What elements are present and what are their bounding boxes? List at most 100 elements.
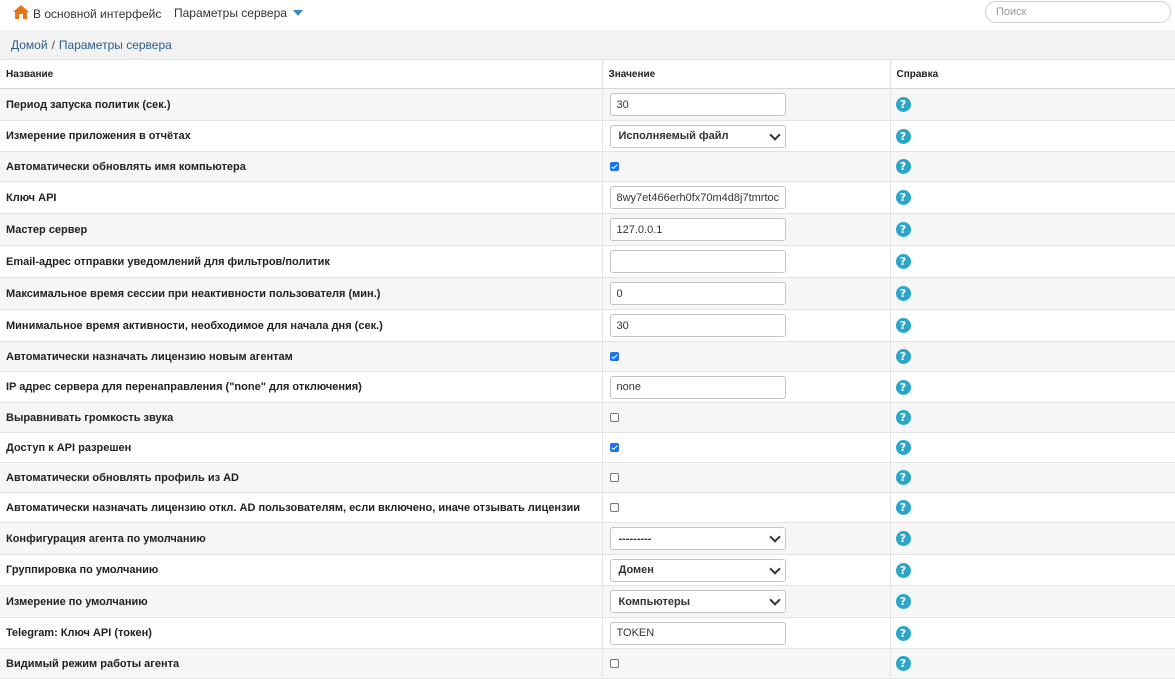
setting-value-cell: [602, 648, 891, 679]
question-circle-icon[interactable]: ?: [895, 97, 911, 112]
question-circle-icon[interactable]: ?: [895, 190, 911, 205]
setting-row: Минимальное время активности, необходимо…: [0, 309, 1175, 342]
setting-select[interactable]: Компьютеры: [609, 590, 786, 613]
setting-checkbox[interactable]: [609, 473, 619, 483]
setting-row: Ключ API?: [0, 181, 1175, 214]
setting-text-input[interactable]: [609, 375, 786, 399]
setting-label: Группировка по умолчанию: [0, 554, 603, 586]
setting-text-input[interactable]: [609, 93, 786, 116]
column-header-name[interactable]: Название: [0, 60, 603, 89]
setting-help-cell: ?: [890, 522, 1175, 555]
setting-value-cell: [602, 617, 891, 649]
question-circle-icon[interactable]: ?: [895, 656, 911, 671]
setting-row: Выравнивать громкость звука?: [0, 402, 1175, 433]
setting-help-cell: ?: [890, 462, 1175, 493]
setting-label: IP адрес сервера для перенаправления ("n…: [0, 371, 603, 403]
setting-text-input[interactable]: [609, 621, 786, 645]
question-circle-icon[interactable]: ?: [895, 379, 911, 395]
setting-label: Выравнивать громкость звука: [0, 402, 603, 433]
chevron-down-icon: [768, 531, 781, 543]
setting-checkbox[interactable]: [609, 162, 619, 172]
question-circle-icon[interactable]: ?: [895, 470, 911, 485]
setting-select[interactable]: Домен: [609, 558, 786, 582]
setting-row: Измерение приложения в отчётах Исполняемы…: [0, 120, 1175, 152]
setting-value-cell: [602, 341, 891, 372]
top-navbar: В основной интерфейс Параметры сервера: [0, 0, 1175, 30]
column-header-help[interactable]: Справка: [890, 60, 1175, 89]
setting-text-input[interactable]: [609, 218, 786, 241]
setting-value-cell: [602, 151, 891, 182]
setting-label: Измерение по умолчанию: [0, 585, 603, 618]
setting-value-cell: Компьютеры: [602, 585, 891, 618]
setting-checkbox[interactable]: [609, 659, 619, 669]
setting-help-cell: ?: [890, 617, 1175, 649]
column-header-value[interactable]: Значение: [602, 60, 891, 89]
setting-text-input[interactable]: [609, 186, 786, 209]
main-interface-link[interactable]: В основной интерфейс: [13, 5, 161, 22]
setting-label: Ключ API: [0, 181, 603, 214]
setting-value-cell: ---------: [602, 522, 891, 555]
question-circle-icon[interactable]: ?: [895, 594, 911, 609]
setting-value-cell: [602, 309, 891, 342]
setting-row: Группировка по умолчанию Домен?: [0, 554, 1175, 586]
setting-row: Автоматически обновлять имя компьютера?: [0, 151, 1175, 182]
chevron-down-icon: [768, 128, 781, 141]
setting-help-cell: ?: [890, 151, 1175, 182]
question-circle-icon[interactable]: ?: [895, 410, 911, 425]
question-circle-icon[interactable]: ?: [895, 159, 911, 174]
setting-select[interactable]: Исполняемый файл: [609, 124, 786, 148]
setting-value-cell: [602, 432, 891, 463]
setting-help-cell: ?: [890, 120, 1175, 152]
question-circle-icon[interactable]: ?: [895, 625, 911, 641]
setting-select-value: Домен: [618, 564, 654, 576]
setting-help-cell: ?: [890, 371, 1175, 403]
search-input[interactable]: [985, 1, 1171, 23]
setting-row: Мастер сервер?: [0, 213, 1175, 246]
setting-row: Максимальное время сессии при неактивнос…: [0, 277, 1175, 310]
table-header-row: Название Значение Справка: [0, 60, 1175, 89]
setting-label: Видимый режим работы агента: [0, 648, 603, 679]
setting-help-cell: ?: [890, 181, 1175, 214]
setting-value-cell: Домен: [602, 554, 891, 586]
setting-checkbox[interactable]: [609, 443, 619, 453]
question-circle-icon[interactable]: ?: [895, 531, 911, 546]
setting-label: Автоматически обновлять имя компьютера: [0, 151, 603, 182]
setting-value-cell: [602, 371, 891, 403]
setting-select[interactable]: ---------: [609, 527, 786, 550]
server-settings-menu[interactable]: Параметры сервера: [174, 6, 303, 20]
setting-label: Автоматически обновлять профиль из AD: [0, 462, 603, 493]
chevron-down-icon: [768, 562, 781, 575]
question-circle-icon[interactable]: ?: [895, 349, 911, 364]
breadcrumb-current-link[interactable]: Параметры сервера: [59, 38, 172, 52]
setting-label: Минимальное время активности, необходимо…: [0, 309, 603, 342]
question-circle-icon[interactable]: ?: [895, 254, 911, 269]
question-circle-icon[interactable]: ?: [895, 286, 911, 301]
setting-select-value: Исполняемый файл: [618, 130, 729, 142]
setting-row: Автоматически назначать лицензию новым а…: [0, 341, 1175, 372]
setting-help-cell: ?: [890, 554, 1175, 586]
question-circle-icon[interactable]: ?: [895, 128, 911, 144]
caret-down-icon: [292, 10, 303, 16]
home-icon: [13, 5, 33, 22]
question-circle-icon[interactable]: ?: [895, 222, 911, 237]
setting-help-cell: ?: [890, 648, 1175, 679]
setting-row: IP адрес сервера для перенаправления ("n…: [0, 371, 1175, 403]
setting-checkbox[interactable]: [609, 503, 619, 513]
question-circle-icon[interactable]: ?: [895, 318, 911, 333]
question-circle-icon[interactable]: ?: [895, 440, 911, 455]
setting-row: Автоматически назначать лицензию откл. A…: [0, 492, 1175, 523]
setting-label: Мастер сервер: [0, 213, 603, 246]
setting-value-cell: [602, 245, 891, 278]
setting-text-input[interactable]: [609, 282, 786, 305]
setting-text-input[interactable]: [609, 250, 786, 273]
setting-checkbox[interactable]: [609, 413, 619, 423]
setting-row: Измерение по умолчанию Компьютеры?: [0, 585, 1175, 618]
setting-label: Telegram: Ключ API (токен): [0, 617, 603, 649]
setting-label: Конфигурация агента по умолчанию: [0, 522, 603, 555]
setting-text-input[interactable]: [609, 314, 786, 337]
breadcrumb-home-link[interactable]: Домой: [11, 38, 48, 52]
question-circle-icon[interactable]: ?: [895, 562, 911, 578]
question-circle-icon[interactable]: ?: [895, 500, 911, 515]
setting-checkbox[interactable]: [609, 352, 619, 362]
setting-row: Доступ к API разрешен?: [0, 432, 1175, 463]
